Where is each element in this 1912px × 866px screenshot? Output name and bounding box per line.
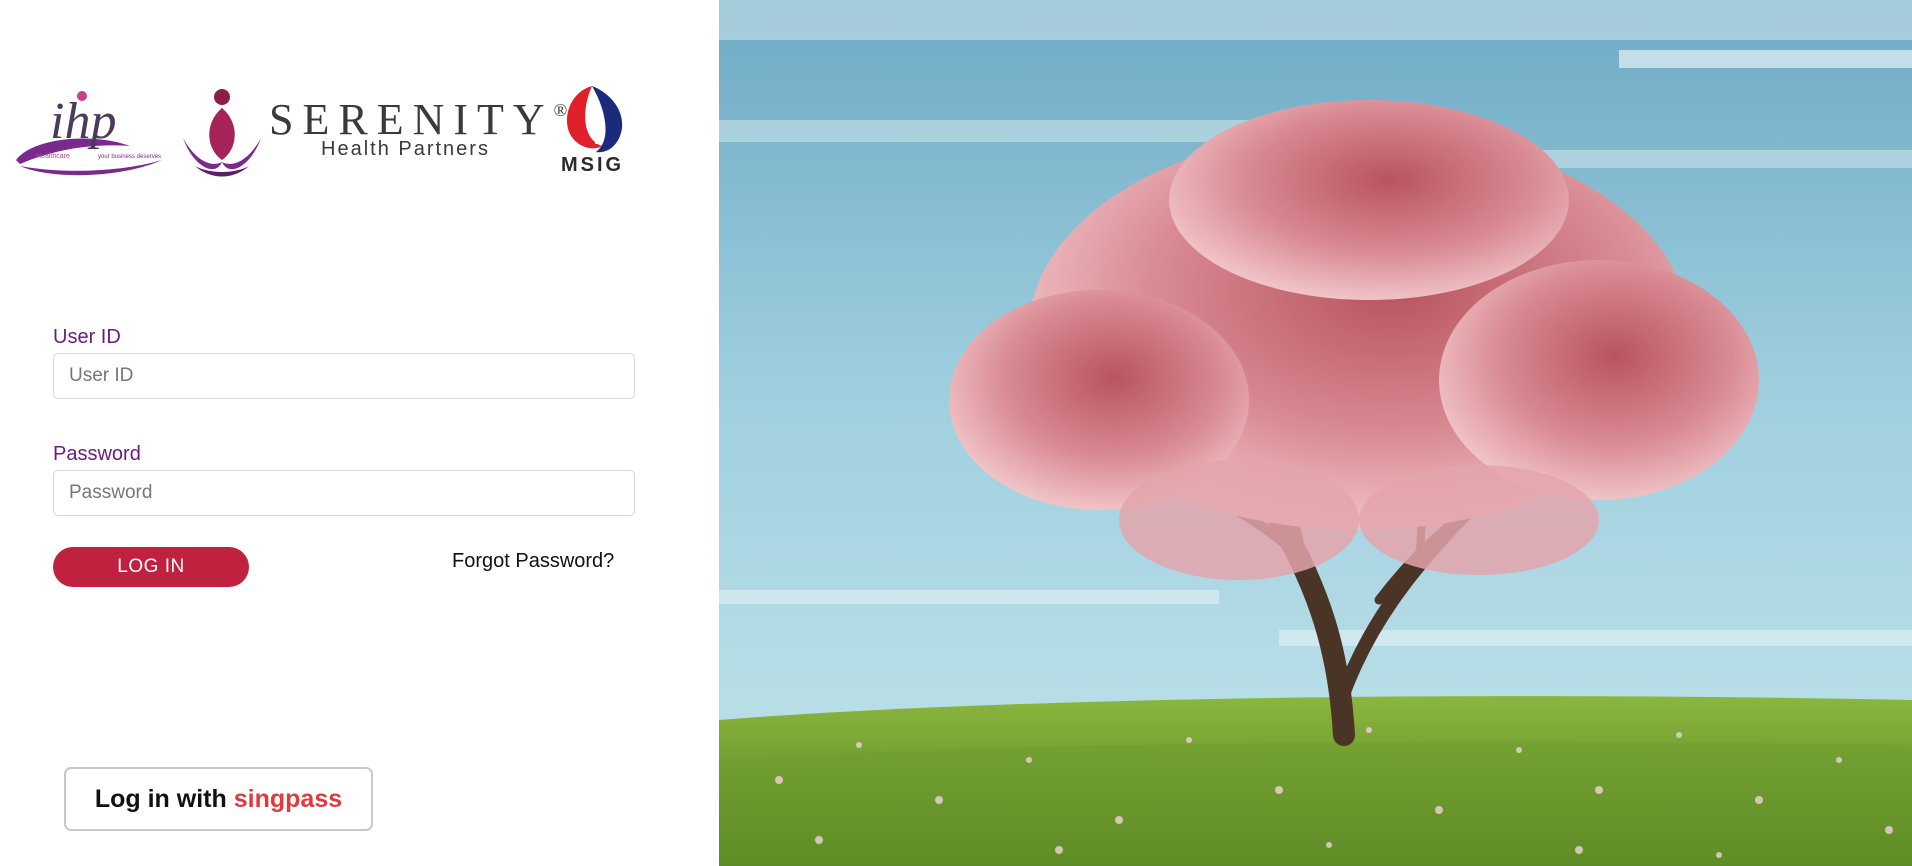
forgot-password-link[interactable]: Forgot Password? [452,550,614,573]
login-panel: ihp Healthcare your business deserves SE… [0,0,719,866]
singpass-prefix: Log in with [94,784,227,813]
msig-emblem-icon [566,86,623,153]
serenity-subtitle: Health Partners [321,138,490,160]
ihp-tagline-left: Healthcare [36,153,70,160]
singpass-login-button[interactable]: Log in with singpass [64,767,373,831]
ihp-logo-icon: ihp Healthcare your business deserves [16,91,162,176]
login-button[interactable]: LOG IN [53,547,249,587]
msig-wordmark: MSIG [561,154,625,176]
ihp-tagline-right: your business deserves [98,154,161,160]
singpass-brand: singpass [233,784,343,813]
user-id-label: User ID [53,326,121,348]
ihp-wordmark: ihp [50,93,116,150]
hero-image [719,0,1912,866]
password-label: Password [53,443,141,465]
user-id-input[interactable] [53,353,635,399]
partner-logos: ihp Healthcare your business deserves SE… [12,80,632,190]
meditation-figure-icon [183,89,261,177]
blossom-tree-scene [719,0,1912,866]
password-input[interactable] [53,470,635,516]
serenity-name: SERENITY [269,95,554,144]
